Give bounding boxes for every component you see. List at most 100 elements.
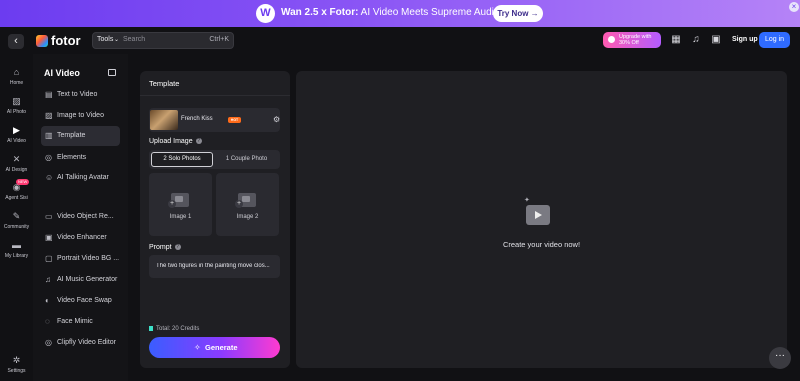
nav-label: Video Enhancer: [57, 234, 107, 241]
prompt-field[interactable]: The two figures in the painting move clo…: [149, 255, 280, 278]
rail-item-home[interactable]: ⌂ Home: [0, 67, 33, 87]
search-shortcut: Ctrl+K: [209, 36, 229, 43]
image-2-upload-slot[interactable]: + Image 2: [216, 173, 279, 236]
elements-icon: ◎: [45, 153, 52, 162]
credits-info: Total: 20 Credits: [149, 326, 199, 332]
photo-mode-toggle: 2 Solo Photos 1 Couple Photo: [149, 150, 280, 169]
rail-label: AI Video: [7, 138, 26, 144]
chevron-down-icon[interactable]: ⌄: [114, 36, 119, 43]
rail-item-ai-design[interactable]: ✕ AI Design: [0, 154, 33, 174]
magic-wand-icon: ✧: [194, 343, 201, 352]
preview-area: ✦ Create your video now!: [296, 71, 787, 368]
wan-logo-icon: W: [256, 4, 275, 23]
community-icon: ✎: [12, 211, 21, 221]
prompt-label-text: Prompt: [149, 244, 172, 251]
search-bar[interactable]: Tools ⌄ Search Ctrl+K: [92, 32, 234, 49]
selected-template-card[interactable]: French Kiss HOT ⚙: [149, 108, 280, 132]
template-name: French Kiss: [181, 116, 213, 122]
rail-item-community[interactable]: ✎ Community: [0, 211, 33, 231]
eraser-icon: ▭: [45, 212, 53, 221]
help-icon[interactable]: ?: [195, 138, 202, 145]
bell-icon[interactable]: ♫: [691, 35, 701, 45]
new-badge: NEW: [16, 179, 30, 185]
left-rail: ⌂ Home ▨ AI Photo ▶ AI Video ✕ AI Design…: [0, 54, 33, 381]
log-in-button[interactable]: Log in: [759, 32, 790, 48]
collapse-panel-icon[interactable]: [108, 69, 116, 76]
upload-image-label: Upload Image?: [149, 138, 202, 145]
nav-item-text-to-video[interactable]: ▤ Text to Video: [41, 85, 120, 105]
more-options-button[interactable]: ···: [769, 347, 791, 369]
nav-label: Video Face Swap: [57, 297, 112, 304]
hot-badge: HOT: [228, 117, 241, 123]
nav-item-template[interactable]: ▥ Template: [41, 126, 120, 146]
nav-label: Face Mimic: [57, 318, 93, 325]
nav-item-video-object-remover[interactable]: ▭ Video Object Re...: [41, 207, 120, 227]
nav-item-portrait-video-bg[interactable]: ▢ Portrait Video BG ...: [41, 249, 120, 269]
nav-item-face-mimic[interactable]: ◌ Face Mimic: [41, 312, 120, 332]
nav-item-elements[interactable]: ◎ Elements: [41, 148, 120, 168]
template-icon: ▥: [45, 131, 53, 140]
rail-label: Settings: [7, 368, 26, 374]
top-bar: ‹ fotor Tools ⌄ Search Ctrl+K Upgrade wi…: [0, 27, 800, 54]
design-icon: ✕: [12, 154, 21, 164]
image-1-label: Image 1: [169, 214, 192, 220]
credits-icon: [149, 326, 153, 331]
nav-item-ai-music-generator[interactable]: ♫ AI Music Generator: [41, 270, 120, 290]
close-banner-icon[interactable]: ×: [789, 2, 799, 12]
panel-title: Template: [149, 79, 180, 88]
tools-dropdown[interactable]: Tools: [97, 36, 113, 43]
nav-label: Template: [57, 132, 86, 139]
panel-divider: [140, 95, 290, 96]
template-panel: Template French Kiss HOT ⚙ Upload Image?…: [140, 71, 290, 368]
upgrade-button[interactable]: Upgrade with 30% Off: [603, 32, 661, 48]
generate-label: Generate: [205, 343, 238, 352]
banner-title-rest: AI Video Meets Supreme Audio: [358, 7, 500, 18]
sparkle-icon: ✦: [524, 197, 530, 204]
nav-label: Text to Video: [57, 91, 98, 98]
nav-item-image-to-video[interactable]: ▨ Image to Video: [41, 106, 120, 126]
rail-item-ai-photo[interactable]: ▨ AI Photo: [0, 96, 33, 116]
image-2-label: Image 2: [236, 214, 259, 220]
image-icon: ▨: [45, 111, 53, 120]
template-thumbnail: [150, 110, 178, 130]
promo-banner: W Wan 2.5 x Fotor: AI Video Meets Suprem…: [0, 0, 800, 27]
rail-item-settings[interactable]: ✲ Settings: [0, 355, 33, 375]
home-icon: ⌂: [13, 67, 20, 77]
text-icon: ▤: [45, 90, 53, 99]
nav-item-clipfly-video-editor[interactable]: ◎ Clipfly Video Editor: [41, 333, 120, 353]
banner-title-bold: Wan 2.5 x Fotor:: [281, 7, 359, 18]
gear-icon: ✲: [12, 355, 21, 365]
gift-icon[interactable]: ▣: [711, 35, 721, 45]
adjust-settings-icon[interactable]: ⚙: [273, 116, 281, 124]
upload-image-text: Upload Image: [149, 138, 193, 145]
credits-text: Total: 20 Credits: [156, 326, 200, 333]
apps-grid-icon[interactable]: ▦: [671, 35, 681, 45]
rail-item-ai-video[interactable]: ▶ AI Video: [0, 126, 33, 145]
nav-item-video-enhancer[interactable]: ▣ Video Enhancer: [41, 228, 120, 248]
try-now-button[interactable]: Try Now →: [493, 5, 543, 22]
face-icon: ◌: [45, 317, 50, 326]
back-button[interactable]: ‹: [8, 34, 24, 49]
two-solo-photos-tab[interactable]: 2 Solo Photos: [151, 152, 213, 167]
plus-icon: +: [168, 200, 176, 208]
fotor-logo-icon[interactable]: [36, 35, 48, 47]
video-placeholder-icon: [526, 205, 550, 225]
help-icon[interactable]: ?: [174, 244, 181, 251]
nav-item-ai-talking-avatar[interactable]: ☺ AI Talking Avatar: [41, 168, 120, 188]
sign-up-link[interactable]: Sign up: [732, 36, 758, 43]
nav-item-video-face-swap[interactable]: ◐ Video Face Swap: [41, 291, 120, 311]
generate-button[interactable]: ✧ Generate: [149, 337, 280, 358]
library-icon: ▬: [12, 240, 21, 250]
nav-label: AI Music Generator: [57, 276, 118, 283]
nav-label: Video Object Re...: [57, 213, 114, 220]
nav-label: AI Talking Avatar: [57, 174, 109, 181]
upgrade-line-2: 30% Off: [619, 40, 639, 46]
photo-icon: ▨: [12, 96, 21, 106]
search-input[interactable]: Search: [123, 36, 145, 43]
rail-item-agent-sisi[interactable]: NEW ◉ Agent Sisi: [0, 179, 33, 201]
clipfly-icon: ◎: [45, 338, 52, 347]
one-couple-photo-tab[interactable]: 1 Couple Photo: [215, 152, 278, 167]
fotor-logo-text[interactable]: fotor: [51, 33, 81, 48]
rail-item-my-library[interactable]: ▬ My Library: [0, 240, 33, 260]
image-1-upload-slot[interactable]: + Image 1: [149, 173, 212, 236]
